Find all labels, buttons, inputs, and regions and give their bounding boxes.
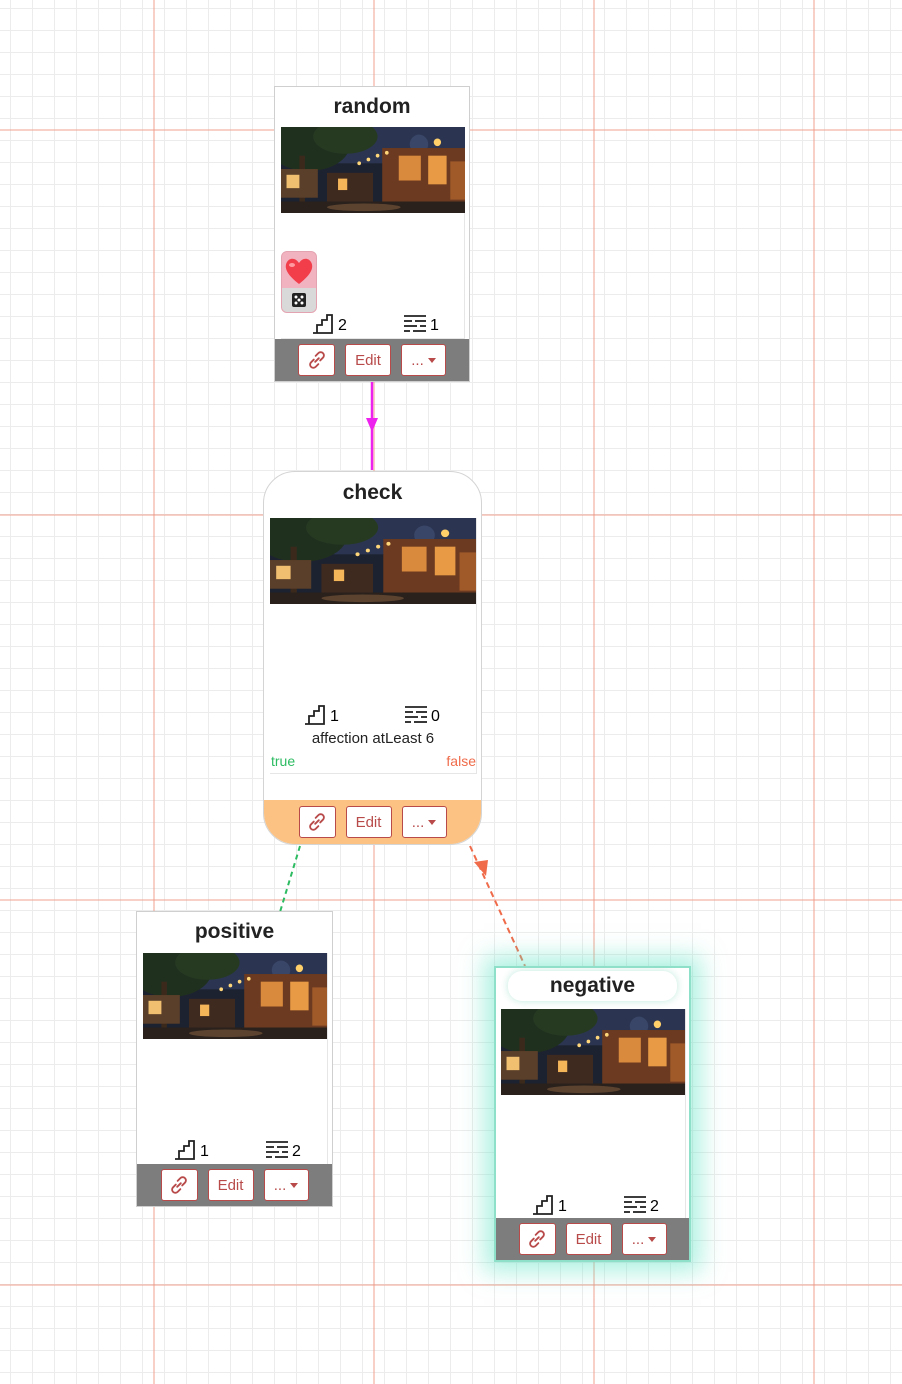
lines-count: 2 bbox=[650, 1198, 659, 1215]
node-body: 2 1 bbox=[281, 127, 465, 339]
caret-down-icon bbox=[428, 820, 437, 825]
link-icon bbox=[526, 1228, 548, 1250]
steps-icon bbox=[173, 1139, 197, 1161]
steps-stat: 1 bbox=[531, 1194, 567, 1216]
edge-false-arrow bbox=[474, 860, 488, 876]
scene-thumbnail bbox=[281, 127, 465, 213]
lines-stat: 2 bbox=[265, 1139, 301, 1161]
node-toolbar: Edit ... bbox=[496, 1218, 689, 1260]
node-negative[interactable]: negative 1 2 Edit ... bbox=[494, 966, 691, 1262]
link-button[interactable] bbox=[160, 1169, 198, 1201]
edge-true-to-positive bbox=[279, 845, 301, 913]
steps-count: 1 bbox=[558, 1198, 567, 1215]
steps-icon bbox=[311, 313, 335, 335]
more-label: ... bbox=[273, 1176, 287, 1194]
node-positive[interactable]: positive 1 2 Edit ... bbox=[136, 911, 333, 1207]
node-title: negative bbox=[508, 971, 677, 1001]
caret-down-icon bbox=[427, 358, 436, 363]
more-label: ... bbox=[411, 351, 424, 369]
lines-icon bbox=[404, 704, 428, 726]
lines-icon bbox=[265, 1139, 289, 1161]
edge-false-to-negative bbox=[469, 845, 526, 967]
link-button[interactable] bbox=[298, 806, 336, 838]
link-button[interactable] bbox=[518, 1223, 556, 1255]
link-button[interactable] bbox=[298, 344, 335, 376]
lines-count: 2 bbox=[292, 1143, 301, 1160]
edge-random-to-check-arrow bbox=[366, 418, 378, 432]
edit-button[interactable]: Edit bbox=[207, 1169, 254, 1201]
caret-down-icon bbox=[648, 1237, 657, 1242]
heart-icon bbox=[285, 258, 313, 284]
node-random[interactable]: random 2 1 Edit ... bbox=[274, 86, 470, 382]
false-branch-label[interactable]: false bbox=[446, 753, 476, 769]
dice-icon bbox=[282, 288, 316, 312]
more-dropdown-button[interactable]: ... bbox=[621, 1223, 667, 1255]
link-icon bbox=[306, 349, 328, 371]
node-title: check bbox=[342, 481, 403, 504]
more-dropdown-button[interactable]: ... bbox=[263, 1169, 309, 1201]
lines-stat: 1 bbox=[403, 313, 439, 335]
steps-count: 1 bbox=[200, 1143, 209, 1160]
lines-stat: 2 bbox=[623, 1194, 659, 1216]
steps-icon bbox=[303, 704, 327, 726]
node-title: positive bbox=[194, 920, 275, 943]
steps-stat: 2 bbox=[311, 313, 347, 335]
steps-stat: 1 bbox=[173, 1139, 209, 1161]
condition-text: affection atLeast 6 bbox=[311, 730, 435, 747]
node-title: random bbox=[333, 95, 411, 118]
more-label: ... bbox=[631, 1230, 645, 1248]
scene-thumbnail bbox=[501, 1009, 685, 1095]
lines-icon bbox=[623, 1194, 647, 1216]
lines-stat: 0 bbox=[404, 704, 440, 726]
steps-count: 2 bbox=[338, 317, 347, 334]
steps-stat: 1 bbox=[303, 704, 339, 726]
true-branch-label[interactable]: true bbox=[271, 753, 295, 769]
caret-down-icon bbox=[290, 1183, 299, 1188]
event-badge bbox=[281, 251, 317, 313]
edit-button[interactable]: Edit bbox=[345, 806, 392, 838]
node-toolbar: Edit ... bbox=[264, 800, 481, 844]
node-body: 1 2 bbox=[143, 953, 328, 1165]
lines-icon bbox=[403, 313, 427, 335]
link-icon bbox=[168, 1174, 190, 1196]
edit-button[interactable]: Edit bbox=[565, 1223, 612, 1255]
node-check[interactable]: check 1 0 affection atLeast 6 true false… bbox=[263, 471, 482, 845]
steps-count: 1 bbox=[330, 708, 339, 725]
more-label: ... bbox=[411, 813, 425, 831]
node-toolbar: Edit ... bbox=[275, 339, 469, 381]
more-dropdown-button[interactable]: ... bbox=[401, 806, 447, 838]
node-body: 1 0 affection atLeast 6 true false bbox=[270, 518, 477, 774]
steps-icon bbox=[531, 1194, 555, 1216]
lines-count: 1 bbox=[430, 317, 439, 334]
link-icon bbox=[306, 811, 328, 833]
more-dropdown-button[interactable]: ... bbox=[401, 344, 446, 376]
node-body: 1 2 bbox=[501, 1009, 686, 1220]
edit-button[interactable]: Edit bbox=[345, 344, 391, 376]
scene-thumbnail bbox=[270, 518, 476, 604]
node-toolbar: Edit ... bbox=[137, 1164, 332, 1206]
scene-thumbnail bbox=[143, 953, 327, 1039]
lines-count: 0 bbox=[431, 708, 440, 725]
